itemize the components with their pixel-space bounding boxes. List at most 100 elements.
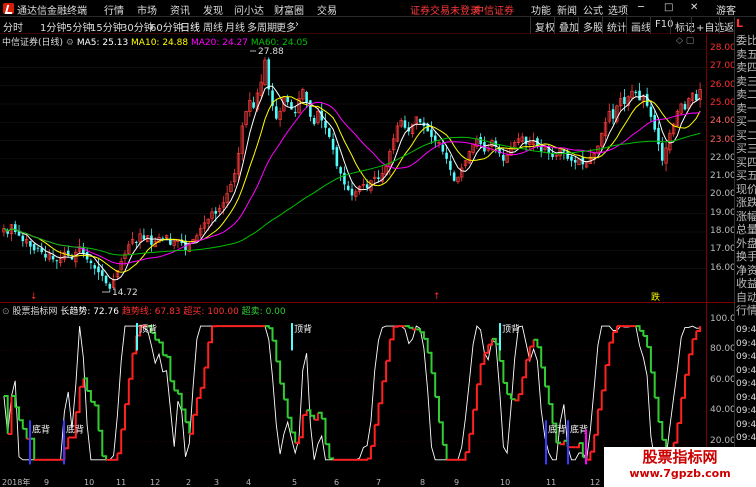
period-5min[interactable]: 5分钟 xyxy=(66,19,92,34)
side-item[interactable]: 总量 xyxy=(736,223,756,236)
indicator-tick: 40.00 xyxy=(710,405,736,416)
trend-line-segment xyxy=(435,396,440,423)
price-tick: 23.00 xyxy=(710,134,736,145)
candle-body xyxy=(309,100,312,117)
trend-line-segment xyxy=(503,382,509,395)
trend-line-segment xyxy=(200,367,206,389)
side-item[interactable]: 收益 xyxy=(736,277,756,290)
trend-line-segment xyxy=(613,326,618,333)
side-item[interactable]: 卖二 xyxy=(736,88,756,101)
menu-xuanxiang[interactable]: 选项 xyxy=(608,2,628,17)
trend-line-segment xyxy=(594,409,599,436)
side-item[interactable]: 委比 xyxy=(736,34,756,47)
menu-zixun[interactable]: 资讯 xyxy=(170,2,190,17)
side-item[interactable]: 买一 xyxy=(736,115,756,128)
side-item[interactable]: 换手 xyxy=(736,250,756,263)
side-item[interactable]: 卖四 xyxy=(736,61,756,74)
side-item[interactable]: 涨幅 xyxy=(736,210,756,223)
trend-line-segment xyxy=(75,386,81,414)
side-item[interactable]: 卖三 xyxy=(736,75,756,88)
more-arrow-icon[interactable]: › xyxy=(295,19,299,30)
tick-time: 09:47 xyxy=(736,365,756,376)
period-multi[interactable]: 多周期 xyxy=(247,19,277,34)
trend-line-segment xyxy=(529,339,535,348)
side-mark[interactable]: L xyxy=(736,17,743,30)
candle-body xyxy=(441,144,445,152)
maximize-button[interactable]: □ xyxy=(664,2,673,13)
trend-line-segment xyxy=(643,335,649,348)
indicator-chart[interactable]: 顶背 顶背 顶背底背 底背 底背 底背 xyxy=(0,302,706,477)
menu-jiaoyi[interactable]: 交易 xyxy=(317,2,337,17)
trend-line-segment xyxy=(102,455,108,460)
toolbar: 分时 1分钟 5分钟 15分钟 30分钟 60分钟 日线 周线 月线 多周期 更… xyxy=(0,17,756,34)
side-item[interactable]: 涨跌 xyxy=(736,196,756,209)
oversold-value: 超卖: 0.00 xyxy=(241,307,286,317)
menu-caifuquan[interactable]: 财富圈 xyxy=(274,2,304,17)
period-fenshi[interactable]: 分时 xyxy=(3,19,23,34)
menu-gongneng[interactable]: 功能 xyxy=(531,2,551,17)
candle-body xyxy=(36,247,40,249)
window-icon[interactable]: ▢ xyxy=(686,36,695,46)
broker-name: 中信证券 xyxy=(474,6,514,17)
candle-body xyxy=(275,106,278,119)
indicator-name[interactable]: 股票指标网 xyxy=(12,307,57,317)
period-1min[interactable]: 1分钟 xyxy=(40,19,66,34)
period-weekly[interactable]: 周线 xyxy=(203,19,223,34)
indicator-icon[interactable]: ⊙ xyxy=(2,307,10,317)
date-tick: 11 xyxy=(116,478,126,487)
side-item[interactable]: 现价 xyxy=(736,183,756,196)
minimize-button[interactable]: ─ xyxy=(638,2,644,13)
candle-body xyxy=(286,96,289,103)
trend-line-segment xyxy=(79,378,85,388)
trend-line-segment xyxy=(431,372,437,397)
trend-line-segment xyxy=(692,331,698,341)
candle-body xyxy=(252,102,255,108)
trade-login-notice[interactable]: 证券交易未登录 xyxy=(410,2,480,17)
side-item[interactable]: 买二 xyxy=(736,129,756,142)
candle-body xyxy=(51,255,55,260)
period-more[interactable]: 更多 xyxy=(276,19,296,34)
side-item[interactable]: 自动 xyxy=(736,291,756,304)
side-item[interactable]: 买四 xyxy=(736,156,756,169)
side-item[interactable]: 外盘 xyxy=(736,237,756,250)
side-item[interactable]: 卖五 xyxy=(736,48,756,61)
period-monthly[interactable]: 月线 xyxy=(225,19,245,34)
menu-xinwen[interactable]: 新闻 xyxy=(557,2,577,17)
side-item[interactable]: 净资 xyxy=(736,264,756,277)
trend-line-segment xyxy=(370,424,376,447)
candle-body xyxy=(150,235,153,245)
tick-time: 09:47 xyxy=(736,419,756,430)
price-tick: 24.00 xyxy=(710,116,736,127)
guest-label[interactable]: 游客 xyxy=(716,2,736,17)
trend-line-segment xyxy=(518,377,524,396)
close-button[interactable]: ✕ xyxy=(690,2,698,13)
period-daily[interactable]: 日线 xyxy=(180,19,200,34)
menu-gongshi[interactable]: 公式 xyxy=(583,2,603,17)
candle-body xyxy=(343,172,346,185)
candle-body xyxy=(346,185,350,190)
menu-hangqing[interactable]: 行情 xyxy=(104,2,124,17)
menu-wenxiaoda[interactable]: 问小达 xyxy=(234,2,264,17)
period-30min[interactable]: 30分钟 xyxy=(121,19,154,34)
menu-faxian[interactable]: 发现 xyxy=(203,2,223,17)
candle-body xyxy=(339,167,342,174)
trend-line-segment xyxy=(597,390,603,411)
tick-time: 09:47 xyxy=(736,406,756,416)
trend-line-segment xyxy=(416,328,422,333)
watermark: 股票指标网 www.7gpzb.com xyxy=(604,447,756,487)
side-item[interactable]: 行情 xyxy=(736,304,756,317)
period-15min[interactable]: 15分钟 xyxy=(90,19,123,34)
side-item[interactable]: 卖一 xyxy=(736,102,756,115)
trend-line-segment xyxy=(405,325,410,328)
date-tick: 11 xyxy=(546,478,556,487)
side-item[interactable]: 买三 xyxy=(736,142,756,155)
period-60min[interactable]: 60分钟 xyxy=(150,19,183,34)
menu-shichang[interactable]: 市场 xyxy=(137,2,157,17)
candle-body xyxy=(570,156,573,161)
candle-body xyxy=(290,102,293,110)
candlestick-chart[interactable]: 27.88 14.72 ↓ ↑ 跌 xyxy=(0,34,706,302)
settings-icon[interactable]: ⚙ xyxy=(66,38,74,48)
collapse-icon[interactable]: ◇ xyxy=(676,36,683,46)
candle-body xyxy=(649,106,653,117)
side-item[interactable]: 买五 xyxy=(736,169,756,182)
